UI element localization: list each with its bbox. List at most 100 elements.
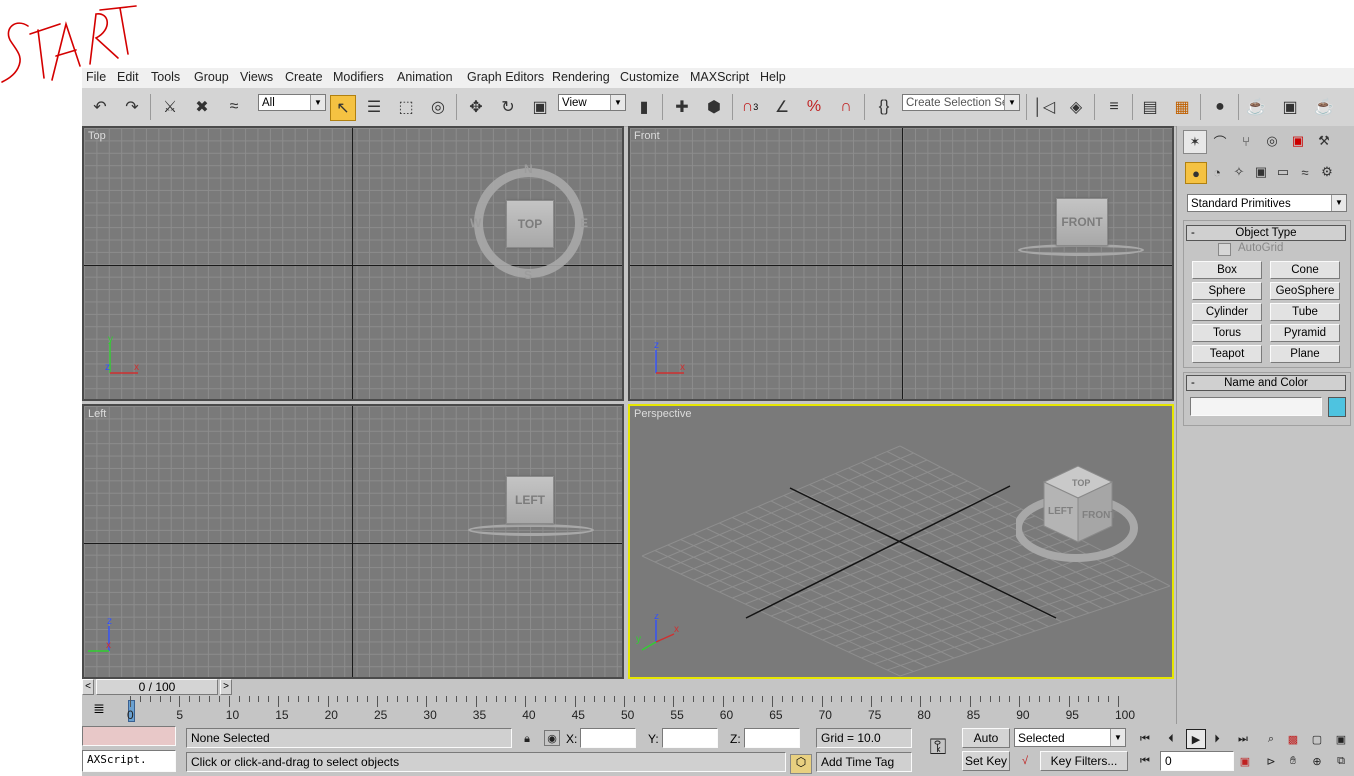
maxscript-listener-input[interactable]: AXScript. bbox=[82, 750, 176, 772]
motion-tab-icon[interactable]: ◎ bbox=[1261, 130, 1283, 152]
viewcube[interactable]: LEFT bbox=[506, 476, 554, 524]
pyramid-button[interactable]: Pyramid bbox=[1270, 324, 1340, 342]
unlink-selection-icon[interactable]: ✖ bbox=[190, 95, 214, 119]
mirror-icon[interactable]: │◁ bbox=[1032, 95, 1056, 119]
go-to-start-icon[interactable]: ⏮︎ bbox=[1136, 730, 1154, 748]
menu-rendering[interactable]: Rendering bbox=[552, 70, 610, 84]
teapot-button[interactable]: Teapot bbox=[1192, 345, 1262, 363]
viewport-label[interactable]: Perspective bbox=[634, 408, 691, 420]
snaps-toggle-icon[interactable]: ∩ 3 bbox=[738, 95, 762, 119]
viewport-left[interactable]: Left LEFT z x bbox=[82, 404, 624, 679]
viewcube-compass-ring[interactable] bbox=[468, 524, 594, 536]
redo-icon[interactable]: ↷ bbox=[120, 95, 144, 119]
menu-help[interactable]: Help bbox=[760, 70, 786, 84]
menu-edit[interactable]: Edit bbox=[117, 70, 139, 84]
zoom-extents-icon[interactable]: ▢ bbox=[1308, 730, 1326, 748]
display-tab-icon[interactable]: ▣ bbox=[1287, 130, 1309, 152]
render-setup-icon[interactable]: ☕ bbox=[1244, 95, 1268, 119]
zoom-all-icon[interactable]: ▩ bbox=[1284, 730, 1302, 748]
maximize-viewport-icon[interactable]: ⧉ bbox=[1332, 752, 1350, 770]
time-slider-next-button[interactable]: > bbox=[220, 679, 232, 695]
selection-lock-icon[interactable]: 🔒︎ bbox=[518, 730, 536, 748]
cylinder-button[interactable]: Cylinder bbox=[1192, 303, 1262, 321]
menu-create[interactable]: Create bbox=[285, 70, 323, 84]
object-type-rollout-header[interactable]: - Object Type bbox=[1186, 225, 1346, 241]
cone-button[interactable]: Cone bbox=[1270, 261, 1340, 279]
hierarchy-tab-icon[interactable]: ⑂ bbox=[1235, 130, 1257, 152]
name-and-color-rollout-header[interactable]: - Name and Color bbox=[1186, 375, 1346, 391]
viewcube[interactable]: FRONT bbox=[1056, 198, 1108, 246]
menu-maxscript[interactable]: MAXScript bbox=[690, 70, 749, 84]
create-tab-icon[interactable]: ✶ bbox=[1183, 130, 1207, 154]
key-mode-toggle-icon[interactable]: ⏮︎ bbox=[1136, 752, 1154, 770]
object-name-input[interactable] bbox=[1190, 397, 1322, 416]
box-button[interactable]: Box bbox=[1192, 261, 1262, 279]
time-slider-thumb[interactable]: 0 / 100 bbox=[96, 679, 218, 695]
object-color-swatch[interactable] bbox=[1328, 397, 1346, 417]
pivot-center-icon[interactable]: ▮ bbox=[632, 95, 656, 119]
undo-icon[interactable]: ↶ bbox=[88, 95, 112, 119]
time-configuration-icon[interactable]: ▣ bbox=[1236, 752, 1254, 770]
select-and-move-icon[interactable]: ✥ bbox=[464, 95, 488, 119]
mini-curve-editor-icon[interactable]: ≣ bbox=[88, 700, 110, 718]
zoom-extents-all-icon[interactable]: ▣ bbox=[1332, 730, 1350, 748]
rendered-frame-window-icon[interactable]: ▣ bbox=[1278, 95, 1302, 119]
field-of-view-icon[interactable]: ⊳ bbox=[1262, 752, 1280, 770]
viewport-label[interactable]: Front bbox=[634, 130, 660, 142]
viewport-perspective[interactable]: Perspective TOP LEFT FRONT z x y bbox=[628, 404, 1174, 679]
set-key-mode-key-icon[interactable]: ⚿ bbox=[922, 734, 954, 759]
viewport-label[interactable]: Left bbox=[88, 408, 106, 420]
x-coord-input[interactable] bbox=[580, 728, 636, 748]
menu-modifiers[interactable]: Modifiers bbox=[333, 70, 384, 84]
viewcube[interactable]: TOP bbox=[506, 200, 554, 248]
select-and-scale-icon[interactable]: ▣ bbox=[528, 95, 552, 119]
go-to-end-icon[interactable]: ⏭︎ bbox=[1234, 730, 1252, 748]
spinner-snap-icon[interactable]: ∩ bbox=[834, 95, 858, 119]
space-warps-icon[interactable]: ≈ bbox=[1295, 162, 1315, 182]
window-crossing-icon[interactable]: ◎ bbox=[426, 95, 450, 119]
key-set-dropdown[interactable]: Selected ▼ bbox=[1014, 728, 1126, 747]
time-tag-icon[interactable]: ⬡ bbox=[790, 754, 812, 774]
viewport-label[interactable]: Top bbox=[88, 130, 106, 142]
time-slider[interactable]: < 0 / 100 > bbox=[82, 679, 1176, 695]
systems-icon[interactable]: ⚙ bbox=[1317, 162, 1337, 182]
viewport-front[interactable]: Front FRONT z x bbox=[628, 126, 1174, 401]
menu-animation[interactable]: Animation bbox=[397, 70, 453, 84]
reference-coordinate-dropdown[interactable]: View ▼ bbox=[558, 94, 626, 111]
object-category-dropdown[interactable]: Standard Primitives ▼ bbox=[1187, 194, 1347, 212]
autogrid-checkbox[interactable] bbox=[1218, 243, 1231, 256]
viewcube[interactable]: TOP LEFT FRONT bbox=[1016, 462, 1146, 572]
menu-group[interactable]: Group bbox=[194, 70, 229, 84]
layer-manager-icon[interactable]: ≡ bbox=[1102, 95, 1126, 119]
utilities-tab-icon[interactable]: ⚒ bbox=[1313, 130, 1335, 152]
tube-button[interactable]: Tube bbox=[1270, 303, 1340, 321]
keyboard-shortcut-override-icon[interactable]: ⬢ bbox=[702, 95, 726, 119]
helpers-icon[interactable]: ▭ bbox=[1273, 162, 1293, 182]
time-slider-prev-button[interactable]: < bbox=[82, 679, 94, 695]
named-selection-dropdown[interactable]: Create Selection Set ▼ bbox=[902, 94, 1020, 111]
menu-customize[interactable]: Customize bbox=[620, 70, 679, 84]
absolute-mode-icon[interactable]: ◉ bbox=[544, 730, 560, 746]
select-and-rotate-icon[interactable]: ↻ bbox=[496, 95, 520, 119]
menu-file[interactable]: File bbox=[86, 70, 106, 84]
pan-view-icon[interactable]: ✋︎ bbox=[1284, 752, 1302, 770]
angle-snap-icon[interactable]: ∠ bbox=[770, 95, 794, 119]
quick-render-icon[interactable]: ☕ bbox=[1312, 95, 1336, 119]
material-editor-icon[interactable]: ● bbox=[1208, 95, 1232, 119]
menu-graph-editors[interactable]: Graph Editors bbox=[467, 70, 544, 84]
geosphere-button[interactable]: GeoSphere bbox=[1270, 282, 1340, 300]
curve-editor-icon[interactable]: ▤ bbox=[1138, 95, 1162, 119]
zoom-icon[interactable]: ⌕ bbox=[1262, 730, 1280, 748]
viewport-top[interactable]: Top N E S W TOP y x z bbox=[82, 126, 624, 401]
cameras-icon[interactable]: ▣ bbox=[1251, 162, 1271, 182]
geometry-icon[interactable]: ● bbox=[1185, 162, 1207, 184]
shapes-icon[interactable]: ◔ bbox=[1207, 162, 1227, 182]
manipulate-icon[interactable]: ✚ bbox=[670, 95, 694, 119]
sphere-button[interactable]: Sphere bbox=[1192, 282, 1262, 300]
next-frame-icon[interactable]: ⏵︎ bbox=[1208, 730, 1226, 748]
schematic-view-icon[interactable]: ▦ bbox=[1170, 95, 1194, 119]
y-coord-input[interactable] bbox=[662, 728, 718, 748]
lights-icon[interactable]: ✧ bbox=[1229, 162, 1249, 182]
bind-to-space-warp-icon[interactable]: ≈ bbox=[222, 95, 246, 119]
auto-key-button[interactable]: Auto Key bbox=[962, 728, 1010, 763]
